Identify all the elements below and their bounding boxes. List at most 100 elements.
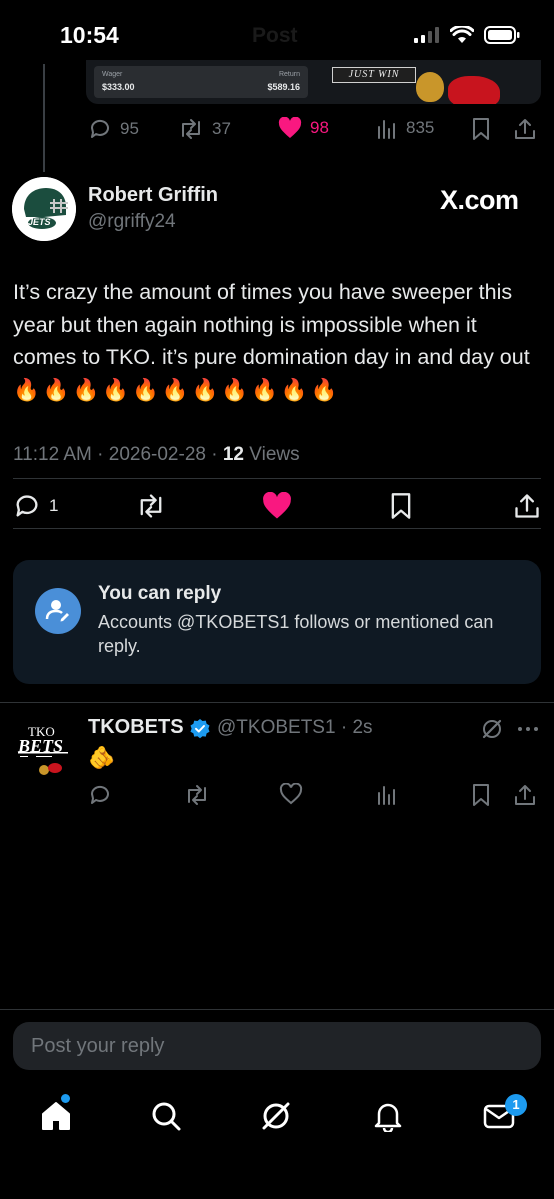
post-date: 2026-02-28 — [108, 444, 206, 465]
repost-icon — [188, 785, 206, 805]
status-icons — [414, 26, 520, 44]
share-icon — [515, 119, 535, 139]
divider — [0, 1009, 554, 1010]
reply-like-button[interactable] — [279, 783, 303, 805]
wager-value: $333.00 — [102, 82, 135, 92]
share-button[interactable] — [514, 492, 540, 520]
author-handle[interactable]: @rgriffy24 — [88, 211, 176, 233]
nav-home[interactable] — [36, 1100, 76, 1132]
page-title: Post — [252, 24, 298, 47]
avatar[interactable]: JETS — [12, 177, 76, 241]
tkobets-avatar[interactable]: TKO BETS — [12, 724, 76, 784]
status-bar: 10:54 Post — [0, 0, 554, 64]
wifi-icon — [450, 26, 474, 43]
reply-text: 🫵 — [88, 745, 116, 770]
bet-slip: Wager $333.00 Return $589.16 — [94, 66, 308, 98]
parent-views-button[interactable]: 835 — [376, 117, 434, 139]
just-win-banner: JUST WIN — [332, 67, 416, 83]
post-views-count: 12 — [222, 444, 244, 465]
repost-button[interactable] — [136, 492, 166, 520]
reply-restriction-description: Accounts @TKOBETS1 follows or mentioned … — [98, 612, 494, 656]
fire-emojis: 🔥🔥🔥🔥🔥🔥🔥🔥🔥🔥🔥 — [13, 377, 341, 402]
views-icon — [378, 120, 395, 139]
clock: 10:54 — [60, 22, 119, 48]
reply-author-handle[interactable]: @TKOBETS1 · 2s — [217, 717, 373, 739]
parent-like-count: 98 — [310, 118, 329, 137]
grok-icon[interactable] — [481, 718, 503, 740]
reply-count: 1 — [49, 496, 59, 515]
bookmark-icon — [391, 493, 411, 519]
reply-button[interactable]: 1 — [13, 492, 58, 520]
reply-reply-button[interactable] — [88, 783, 112, 807]
parent-reply-count: 95 — [120, 119, 139, 138]
share-icon — [515, 494, 539, 518]
reply-icon — [16, 495, 38, 517]
post-text-content: It’s crazy the amount of times you have … — [13, 280, 530, 369]
home-notification-dot — [61, 1094, 70, 1103]
return-label: Return — [278, 71, 300, 78]
post-meta: 11:12 AM · 2026-02-28 · 12 Views — [13, 444, 300, 465]
nav-search[interactable] — [146, 1100, 186, 1132]
reply-handle-text: @TKOBETS1 — [217, 717, 336, 738]
reply-views-button[interactable] — [376, 783, 398, 805]
parent-share-button[interactable] — [514, 117, 536, 141]
post-text: It’s crazy the amount of times you have … — [13, 276, 543, 406]
verified-badge-icon — [190, 719, 210, 739]
divider — [13, 528, 541, 529]
reply-restriction-card: You can reply Accounts @TKOBETS1 follows… — [13, 560, 541, 684]
author-name[interactable]: Robert Griffin — [88, 184, 218, 207]
bookmark-button[interactable] — [389, 492, 413, 520]
share-icon — [515, 785, 535, 805]
money-bag-icon — [416, 72, 444, 102]
heart-filled-icon — [263, 492, 291, 519]
reply-share-button[interactable] — [514, 783, 536, 807]
bookmark-icon — [473, 118, 489, 140]
parent-repost-count: 37 — [212, 119, 231, 138]
boxing-glove-icon — [448, 76, 500, 104]
grok-icon — [262, 1102, 290, 1130]
xcom-watermark: X.com — [440, 185, 519, 215]
reply-restriction-title: You can reply — [98, 583, 222, 604]
parent-views-count: 835 — [406, 118, 435, 137]
reply-composer[interactable] — [13, 1022, 541, 1070]
reply-icon — [90, 785, 109, 804]
nav-notifications[interactable] — [368, 1100, 408, 1132]
post-time: 11:12 AM — [13, 444, 92, 465]
divider — [0, 702, 554, 703]
thread-line — [43, 64, 45, 172]
return-value: $589.16 — [267, 82, 300, 92]
home-icon — [42, 1102, 70, 1130]
repost-icon — [140, 494, 162, 518]
parent-repost-button[interactable]: 37 — [178, 117, 231, 141]
parent-reply-button[interactable]: 95 — [88, 117, 139, 141]
heart-filled-icon — [278, 117, 302, 138]
like-button[interactable] — [262, 492, 292, 520]
bell-icon — [374, 1103, 402, 1132]
heart-outline-icon — [279, 783, 303, 805]
jets-helmet-icon — [12, 177, 76, 241]
reply-age: 2s — [352, 717, 373, 738]
divider — [13, 478, 541, 479]
repost-icon — [182, 119, 200, 139]
parent-bookmark-button[interactable] — [471, 117, 491, 141]
reply-author-name[interactable]: TKOBETS — [88, 716, 184, 739]
parent-post-image[interactable]: Wager $333.00 Return $589.16 JUST WIN — [86, 60, 541, 104]
post-views-label: Views — [249, 444, 300, 465]
more-options-icon[interactable] — [517, 726, 539, 732]
wager-label: Wager — [102, 71, 123, 78]
reply-permission-icon — [35, 588, 81, 634]
bookmark-icon — [473, 784, 489, 806]
reply-bookmark-button[interactable] — [471, 783, 491, 807]
reply-icon — [90, 119, 109, 138]
views-icon — [378, 786, 395, 805]
avatar-label: JETS — [28, 217, 51, 227]
battery-icon — [484, 26, 520, 44]
tko-logo-main: BETS — [18, 736, 64, 756]
nav-grok[interactable] — [256, 1100, 296, 1132]
parent-like-button[interactable]: 98 — [278, 117, 329, 139]
signal-icon — [414, 27, 439, 43]
search-icon — [152, 1102, 181, 1131]
messages-badge: 1 — [505, 1094, 527, 1116]
reply-input[interactable] — [13, 1022, 541, 1070]
reply-repost-button[interactable] — [184, 783, 210, 807]
